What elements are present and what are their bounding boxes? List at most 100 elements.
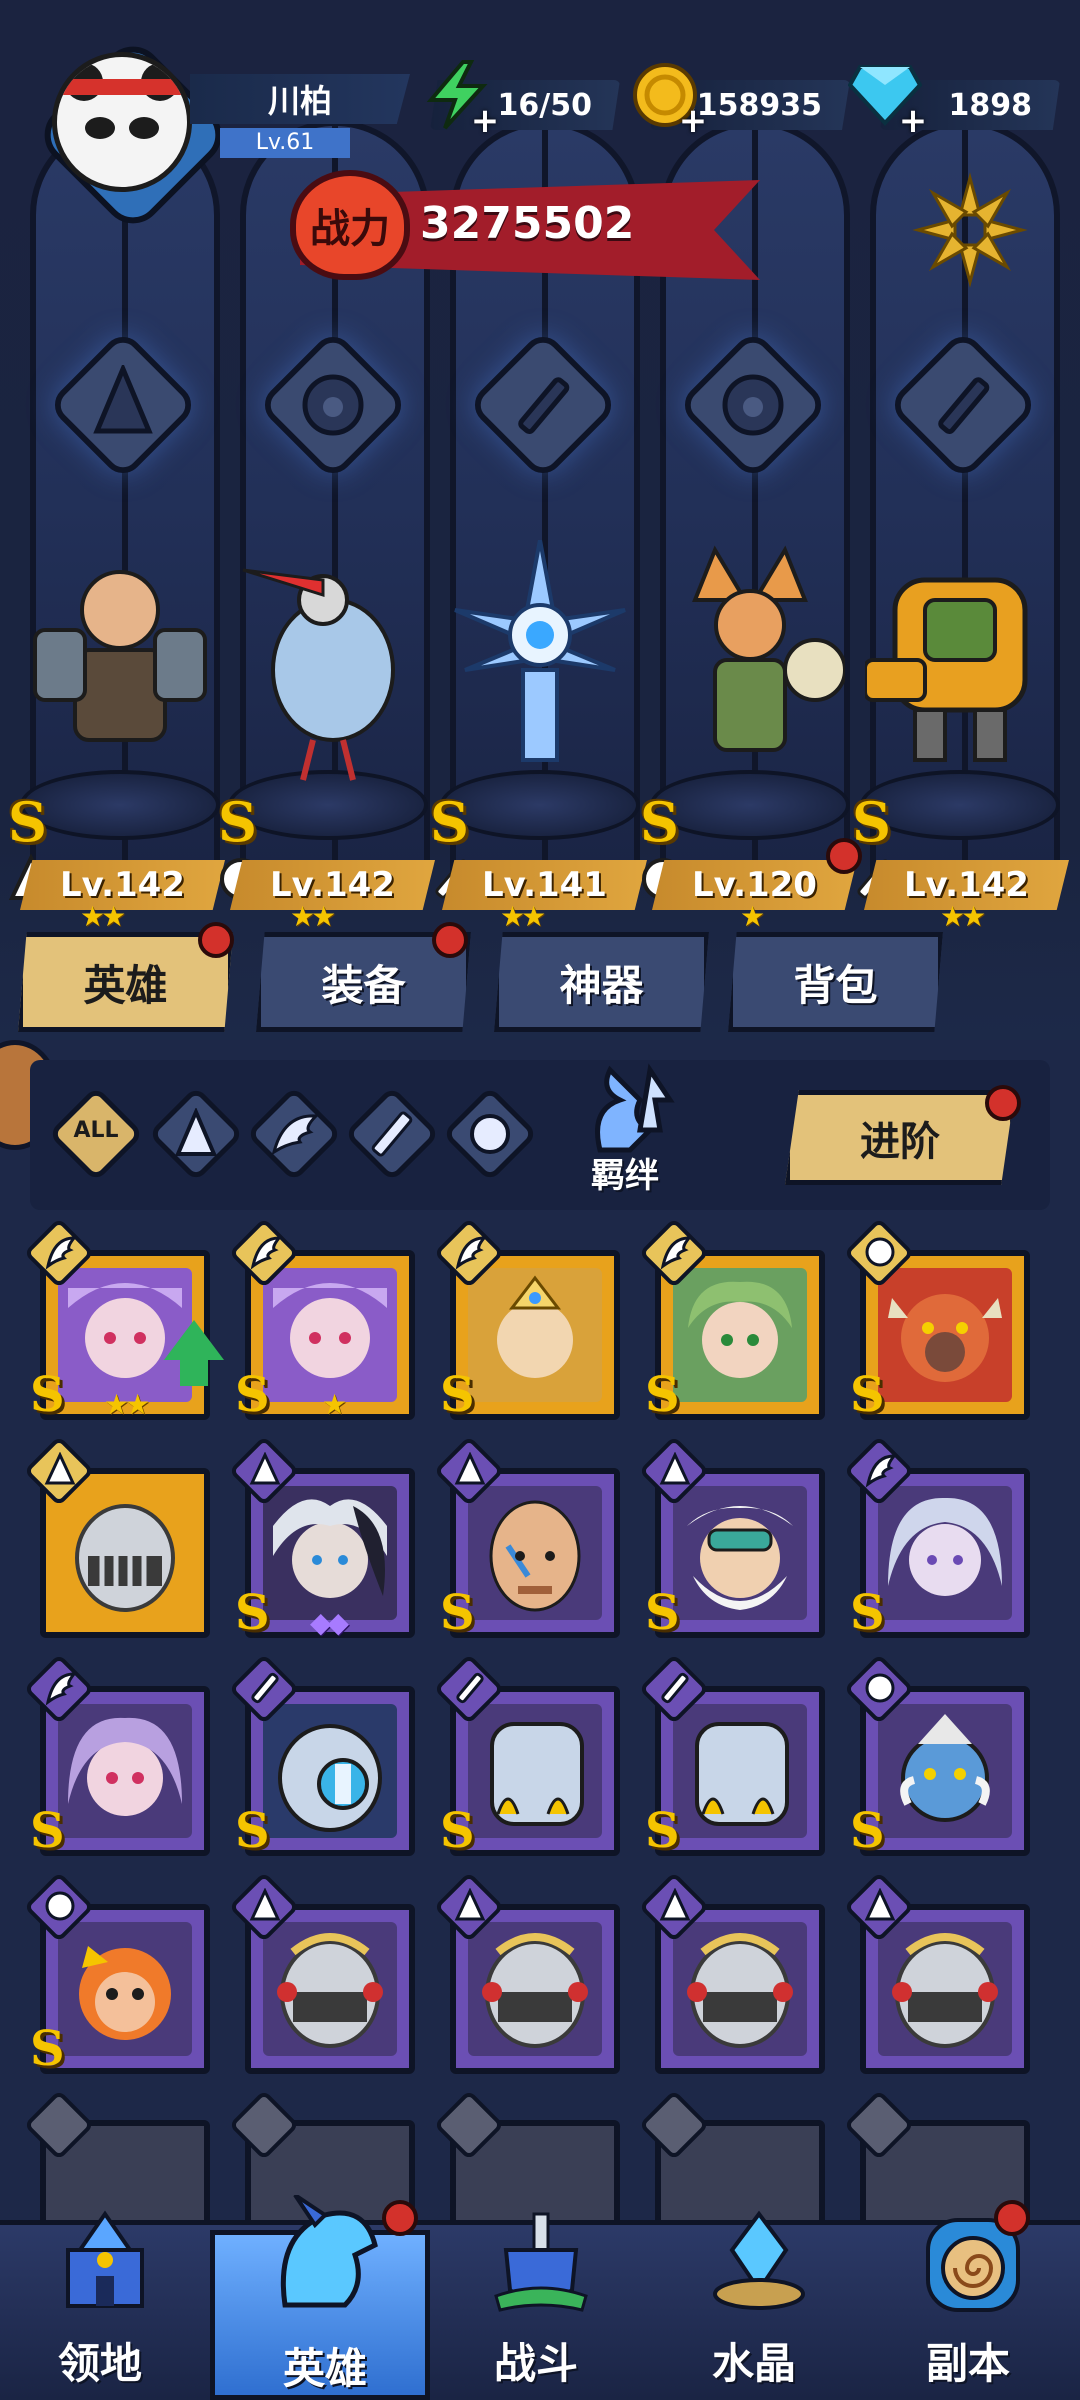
hero-stars: ★★ xyxy=(104,1388,150,1421)
nav-dungeon[interactable]: 副本 xyxy=(868,2210,1068,2400)
wrench-icon xyxy=(251,1672,279,1704)
hero-portrait xyxy=(58,1922,192,2056)
hero-rank: S xyxy=(645,1367,680,1423)
wrench-icon xyxy=(661,1672,689,1704)
hero-stars: ◆◆ xyxy=(310,1606,349,1639)
hero-rank: S xyxy=(440,1367,475,1423)
team-hero-3-rank: S xyxy=(430,790,469,854)
nav-heroes-label: 英雄 xyxy=(282,2344,367,2393)
hero-rank: S xyxy=(440,1585,475,1641)
hero-rank: S xyxy=(645,1585,680,1641)
team-hero-2[interactable] xyxy=(233,540,423,790)
hero-portrait xyxy=(58,1704,192,1838)
bond-icon[interactable] xyxy=(560,1060,690,1160)
hero-portrait xyxy=(58,1486,192,1620)
mage-hat-icon xyxy=(44,1452,76,1485)
nav-battle[interactable]: 战斗 xyxy=(436,2210,636,2400)
mage-hat-icon xyxy=(48,345,198,465)
mage-hat-icon xyxy=(659,1888,691,1921)
hero-rank: S xyxy=(235,1585,270,1641)
hero-portrait xyxy=(673,1922,807,2056)
wing-icon xyxy=(455,1236,488,1270)
hero-rank: S xyxy=(850,1367,885,1423)
mage-hat-icon xyxy=(249,1888,281,1921)
gem-value: 1898 xyxy=(948,87,1033,123)
hero-portrait xyxy=(263,1704,397,1838)
hero-rank: S xyxy=(850,1585,885,1641)
wrench-icon xyxy=(456,1672,484,1704)
team-hero-3-stars: ★★ xyxy=(500,900,546,933)
nav-dungeon-label: 副本 xyxy=(925,2339,1010,2388)
claw-crest-icon xyxy=(865,1237,895,1267)
mage-hat-icon xyxy=(454,1452,486,1485)
mage-hat-icon xyxy=(864,1888,896,1921)
team-hero-4-stars: ★ xyxy=(740,900,765,933)
hero-portrait xyxy=(673,1268,807,1402)
add-gem-button[interactable]: + xyxy=(846,56,927,138)
upgrade-arrow-icon xyxy=(164,1320,224,1360)
wing-icon xyxy=(660,1236,693,1270)
upgrade-arrow-icon xyxy=(180,1360,208,1386)
plus-icon: + xyxy=(898,101,928,141)
hero-rank: S xyxy=(235,1367,270,1423)
team-hero-1-level: Lv.142 xyxy=(20,860,225,910)
wrench-icon xyxy=(371,1111,413,1157)
team-hero-5[interactable] xyxy=(865,540,1055,790)
team-hero-1[interactable] xyxy=(25,540,215,790)
hero-portrait xyxy=(263,1486,397,1620)
nav-territory-label: 领地 xyxy=(57,2339,142,2388)
team-hero-4[interactable] xyxy=(655,540,845,790)
hero-portrait xyxy=(673,1704,807,1838)
hero-portrait xyxy=(878,1486,1012,1620)
hero-portrait xyxy=(468,1922,602,2056)
hero-rank: S xyxy=(850,1803,885,1859)
team-hero-2-stars: ★★ xyxy=(290,900,336,933)
notification-dot xyxy=(198,922,234,958)
team-hero-1-stars: ★★ xyxy=(80,900,126,933)
claw-crest-icon xyxy=(45,1891,75,1921)
player-name: 川柏 xyxy=(190,74,410,124)
player-avatar[interactable] xyxy=(52,52,192,192)
filter-all-label: ALL xyxy=(73,1118,119,1143)
wing-icon xyxy=(45,1236,78,1270)
hero-portrait xyxy=(878,1922,1012,2056)
hero-stars: ★ xyxy=(322,1388,347,1421)
plus-icon: + xyxy=(470,101,500,141)
plus-icon: + xyxy=(678,101,708,141)
team-hero-2-rank: S xyxy=(218,790,257,854)
nav-heroes[interactable]: 英雄 xyxy=(210,2195,430,2400)
mage-hat-icon xyxy=(174,1108,218,1156)
wing-icon xyxy=(865,1454,898,1488)
tab-backpack[interactable]: 背包 xyxy=(728,932,943,1032)
wing-icon xyxy=(271,1114,320,1156)
notification-dot xyxy=(382,2200,418,2236)
nav-territory[interactable]: 领地 xyxy=(0,2210,200,2400)
flower-menu-icon[interactable] xyxy=(910,170,1030,290)
nav-crystal[interactable]: 水晶 xyxy=(654,2210,854,2400)
notification-dot xyxy=(985,1085,1021,1121)
team-hero-3-level: Lv.141 xyxy=(442,860,647,910)
hero-rank: S xyxy=(30,2021,65,2077)
add-energy-button[interactable]: + xyxy=(418,56,499,138)
power-label: 战力 xyxy=(290,170,410,280)
team-hero-4-rank: S xyxy=(640,790,679,854)
hero-portrait xyxy=(263,1922,397,2056)
hero-rank: S xyxy=(30,1803,65,1859)
power-value: 3275502 xyxy=(420,198,635,249)
bond-label[interactable]: 羁绊 xyxy=(560,1148,690,1197)
team-hero-5-rank: S xyxy=(852,790,891,854)
add-gold-button[interactable]: + xyxy=(626,56,707,138)
tab-artifacts[interactable]: 神器 xyxy=(494,932,709,1032)
hero-rank: S xyxy=(645,1803,680,1859)
hero-rank: S xyxy=(30,1367,65,1423)
hero-portrait xyxy=(878,1268,1012,1402)
hero-portrait xyxy=(673,1486,807,1620)
hero-portrait xyxy=(468,1486,602,1620)
advance-button[interactable]: 进阶 xyxy=(785,1090,1015,1185)
notification-dot xyxy=(432,922,468,958)
team-hero-5-stars: ★★ xyxy=(940,900,986,933)
claw-crest-icon xyxy=(470,1114,510,1154)
team-hero-3[interactable] xyxy=(445,540,635,790)
team-hero-2-level: Lv.142 xyxy=(230,860,435,910)
game-screen: 川柏 Lv.61 16/50 + 9158935 + 1898 + 战力 327… xyxy=(0,0,1080,2400)
